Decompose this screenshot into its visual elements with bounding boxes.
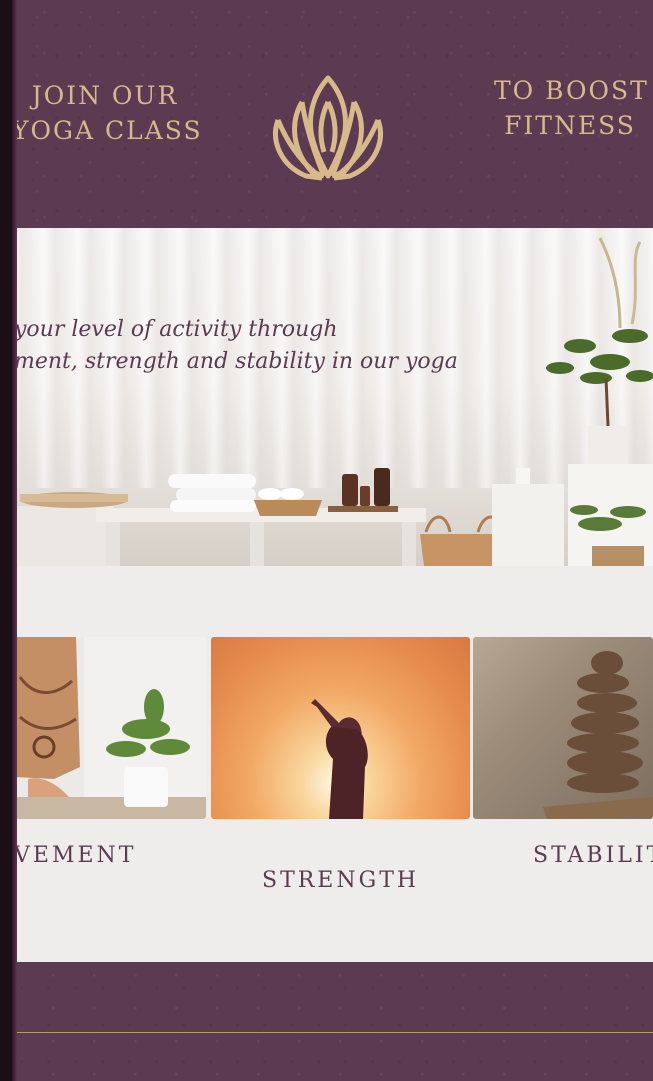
hero-tagline-line1: your level of activity through [14,317,338,342]
hero-tagline-line2: ment, strength and stability in our yoga [14,349,458,374]
yoga-poster-page: JOIN OUR YOGA CLASS TO BOOST FITNESS you… [0,0,653,1081]
header-right-line2: FITNESS [504,111,636,140]
strength-photo [211,637,470,819]
header-left-line2: YOGA CLASS [12,116,203,145]
footer-texture [0,962,653,1081]
header-left-line1: JOIN OUR [31,81,179,110]
benefits-gallery: VEMENT STRENGTH STABILITY [0,566,653,962]
header-band: JOIN OUR YOGA CLASS TO BOOST FITNESS [0,0,653,228]
strength-caption: STRENGTH [262,868,420,893]
movement-illustration [14,637,206,819]
footer-band [0,962,653,1081]
torn-left-edge [0,0,17,1081]
strength-illustration [311,699,368,819]
footer-divider [14,1032,653,1033]
studio-scene-illustration [14,237,653,566]
stability-caption: STABILITY [533,843,653,868]
stability-illustration [543,651,653,819]
movement-caption: VEMENT [14,843,137,868]
hero-image: your level of activity through ment, str… [0,228,653,566]
movement-photo [14,637,206,819]
header-left-text: JOIN OUR YOGA CLASS [12,78,203,148]
header-right-text: TO BOOST FITNESS [494,73,649,143]
lotus-icon [273,75,383,181]
stability-photo [473,637,653,819]
hero-tagline: your level of activity through ment, str… [14,314,653,378]
header-right-line1: TO BOOST [494,76,649,105]
